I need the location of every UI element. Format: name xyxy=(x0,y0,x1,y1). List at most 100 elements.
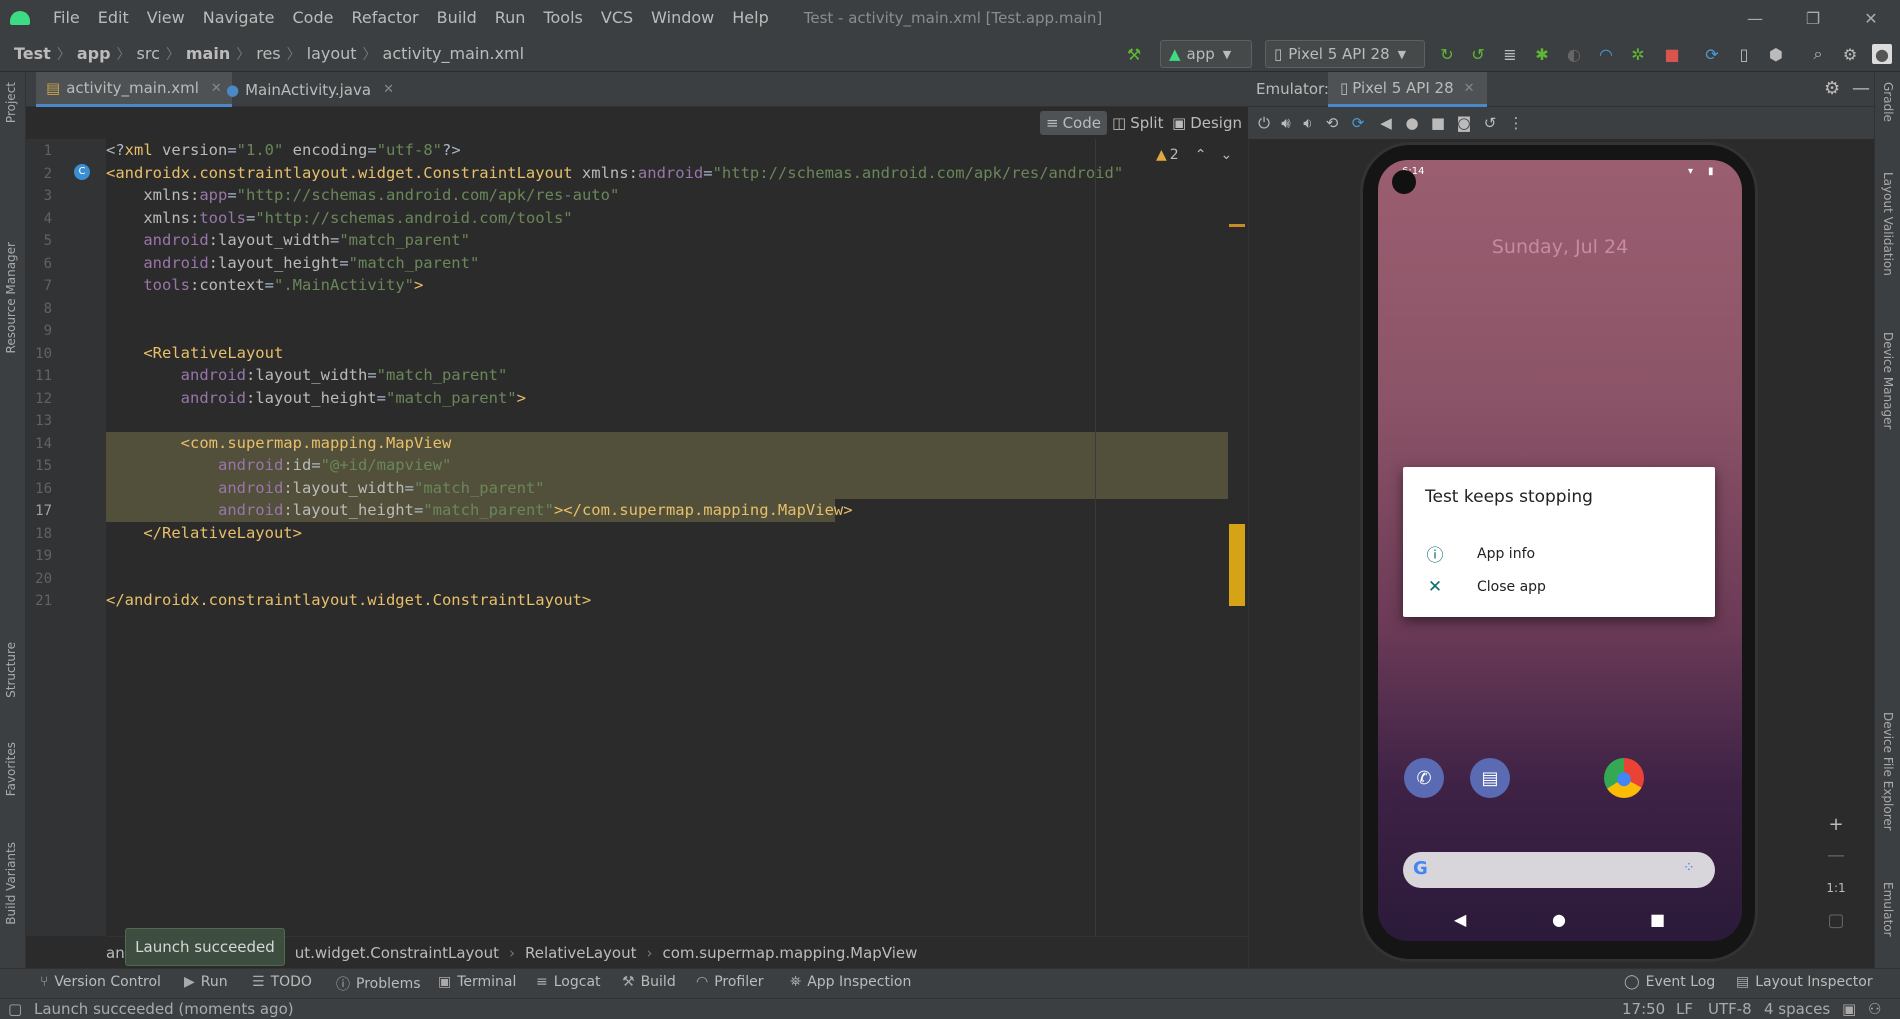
hammer-icon[interactable]: ⚒ xyxy=(1124,44,1144,64)
close-tab-icon[interactable]: ✕ xyxy=(383,82,394,97)
power-icon[interactable]: ⏻ xyxy=(1254,113,1274,133)
camera-icon[interactable]: ◙ xyxy=(1454,113,1474,133)
device-file-explorer-tool-label[interactable]: Device File Explorer xyxy=(1881,712,1895,831)
line-number[interactable]: 4 xyxy=(26,211,52,227)
line-number[interactable]: 7 xyxy=(26,278,52,294)
stop-icon[interactable]: ■ xyxy=(1662,44,1682,64)
zoom-in-button[interactable]: + xyxy=(1824,812,1848,836)
rotate-right-icon[interactable]: ⟳ xyxy=(1348,113,1368,133)
volume-up-icon[interactable]: 🔊︎ xyxy=(1276,113,1296,133)
status-icon[interactable]: ▢ xyxy=(8,1000,22,1018)
menu-navigate[interactable]: Navigate xyxy=(194,0,284,36)
profiler-icon[interactable]: ◠ xyxy=(1596,44,1616,64)
menu-refactor[interactable]: Refactor xyxy=(342,0,427,36)
overview-icon[interactable]: ■ xyxy=(1428,113,1448,133)
breadcrumb-item[interactable]: layout xyxy=(301,44,363,63)
menu-window[interactable]: Window xyxy=(642,0,723,36)
line-number[interactable]: 9 xyxy=(26,323,52,339)
menu-code[interactable]: Code xyxy=(284,0,343,36)
code-line[interactable]: android:id="@+id/mapview" xyxy=(106,456,451,474)
editor-breadcrumb-item[interactable]: com.supermap.mapping.MapView xyxy=(662,944,917,962)
code-line[interactable]: android:layout_width="match_parent" xyxy=(106,231,470,249)
nav-back-icon[interactable]: ◀ xyxy=(1454,910,1466,929)
code-line[interactable]: android:layout_width="match_parent" xyxy=(106,366,508,384)
attach-debugger-icon[interactable]: ✲ xyxy=(1628,44,1648,64)
selection-marker[interactable] xyxy=(1229,524,1245,606)
snapshot-icon[interactable]: ↺ xyxy=(1480,113,1500,133)
menu-edit[interactable]: Edit xyxy=(89,0,138,36)
tab-activity-main[interactable]: ▤ activity_main.xml ✕ xyxy=(36,72,232,107)
structure-tool-label[interactable]: Structure xyxy=(4,642,18,698)
menu-tools[interactable]: Tools xyxy=(534,0,591,36)
editor-breadcrumb-item[interactable]: RelativeLayout xyxy=(525,944,636,962)
line-separator[interactable]: LF xyxy=(1676,1000,1693,1018)
indent-setting[interactable]: 4 spaces xyxy=(1764,1000,1830,1018)
split-view-button[interactable]: ◫ Split xyxy=(1106,111,1169,135)
tool-window-profiler[interactable]: ◠ Profiler xyxy=(696,974,764,990)
rotate-left-icon[interactable]: ⟲ xyxy=(1322,113,1342,133)
code-line[interactable]: android:layout_height="match_parent"></c… xyxy=(106,501,853,519)
code-view-button[interactable]: ≡ Code xyxy=(1040,111,1107,135)
search-icon[interactable]: ⌕ xyxy=(1808,44,1828,64)
line-number[interactable]: 15 xyxy=(26,458,52,474)
code-line[interactable]: <androidx.constraintlayout.widget.Constr… xyxy=(106,164,1123,182)
class-gutter-icon[interactable]: C xyxy=(74,163,90,180)
restore-button[interactable]: ❐ xyxy=(1784,0,1842,36)
coverage-icon[interactable]: ≣ xyxy=(1500,44,1520,64)
line-number[interactable]: 14 xyxy=(26,436,52,452)
hide-icon[interactable]: — xyxy=(1852,78,1870,99)
layout-validation-tool-label[interactable]: Layout Validation xyxy=(1881,172,1895,276)
breadcrumb-item[interactable]: src xyxy=(131,44,166,63)
run-config-select[interactable]: ▲ app ▼ xyxy=(1160,40,1252,68)
line-number[interactable]: 17 xyxy=(26,503,52,519)
home-icon[interactable]: ● xyxy=(1402,113,1422,133)
zoom-1to1-button[interactable]: 1:1 xyxy=(1824,876,1848,900)
line-number[interactable]: 12 xyxy=(26,391,52,407)
device-manager-icon[interactable]: ▯ xyxy=(1734,44,1754,64)
build-variants-tool-label[interactable]: Build Variants xyxy=(4,842,18,925)
breadcrumb-item[interactable]: res xyxy=(250,44,286,63)
code-line[interactable]: </androidx.constraintlayout.widget.Const… xyxy=(106,591,591,609)
close-app-button[interactable]: ✕ Close app xyxy=(1425,577,1546,597)
tab-main-activity[interactable]: ● MainActivity.java ✕ xyxy=(216,72,404,107)
line-number[interactable]: 16 xyxy=(26,481,52,497)
close-window-button[interactable]: ✕ xyxy=(1842,0,1900,36)
menu-run[interactable]: Run xyxy=(486,0,535,36)
gear-icon[interactable]: ⚙ xyxy=(1840,44,1860,64)
caret-position[interactable]: 17:50 xyxy=(1622,1000,1665,1018)
memory-indicator-icon[interactable]: ⚇ xyxy=(1868,1000,1881,1018)
volume-down-icon[interactable]: 🔉︎ xyxy=(1298,113,1318,133)
apply-code-changes-icon[interactable]: ↺ xyxy=(1468,44,1488,64)
more-icon[interactable]: ⋮ xyxy=(1506,113,1526,133)
sync-gradle-icon[interactable]: ⟳ xyxy=(1702,44,1722,64)
tool-window-app-inspection[interactable]: ⛯ App Inspection xyxy=(790,974,911,990)
line-number[interactable]: 11 xyxy=(26,368,52,384)
breadcrumb-item[interactable]: Test xyxy=(8,44,57,63)
code-line[interactable]: <RelativeLayout xyxy=(106,344,283,362)
line-number[interactable]: 5 xyxy=(26,233,52,249)
code-line[interactable]: </RelativeLayout> xyxy=(106,524,302,542)
tool-window-version-control[interactable]: ⑂ Version Control xyxy=(40,974,161,990)
line-number[interactable]: 8 xyxy=(26,301,52,317)
emulator-tool-label[interactable]: Emulator xyxy=(1881,882,1895,937)
tool-window-layout-inspector[interactable]: ▤ Layout Inspector xyxy=(1736,974,1873,990)
zoom-fit-button[interactable]: ▢ xyxy=(1824,908,1848,932)
editor-breadcrumb-item[interactable]: ut.widget.ConstraintLayout xyxy=(295,944,499,962)
line-number[interactable]: 18 xyxy=(26,526,52,542)
tool-window-problems[interactable]: ⓘ Problems xyxy=(336,974,421,994)
resource-manager-tool-label[interactable]: Resource Manager xyxy=(4,242,18,353)
gradle-tool-label[interactable]: Gradle xyxy=(1881,82,1895,122)
menu-file[interactable]: File xyxy=(44,0,89,36)
tool-window-event-log[interactable]: ◯ Event Log xyxy=(1624,974,1715,990)
sdk-manager-icon[interactable]: ⬢ xyxy=(1766,44,1786,64)
tool-window-terminal[interactable]: ▣ Terminal xyxy=(438,974,516,990)
apply-changes-restart-icon[interactable]: ↻ xyxy=(1437,44,1457,64)
run-coverage-icon[interactable]: ◐ xyxy=(1564,44,1584,64)
editor-breadcrumb-prefix[interactable]: an xyxy=(106,944,125,962)
assistant-icon[interactable]: ⁘ xyxy=(1683,860,1695,876)
line-number[interactable]: 10 xyxy=(26,346,52,362)
design-view-button[interactable]: ▣ Design xyxy=(1166,111,1248,135)
tool-window-run[interactable]: ▶ Run xyxy=(184,974,228,990)
line-number[interactable]: 3 xyxy=(26,188,52,204)
code-line[interactable]: android:layout_height="match_parent"> xyxy=(106,389,526,407)
